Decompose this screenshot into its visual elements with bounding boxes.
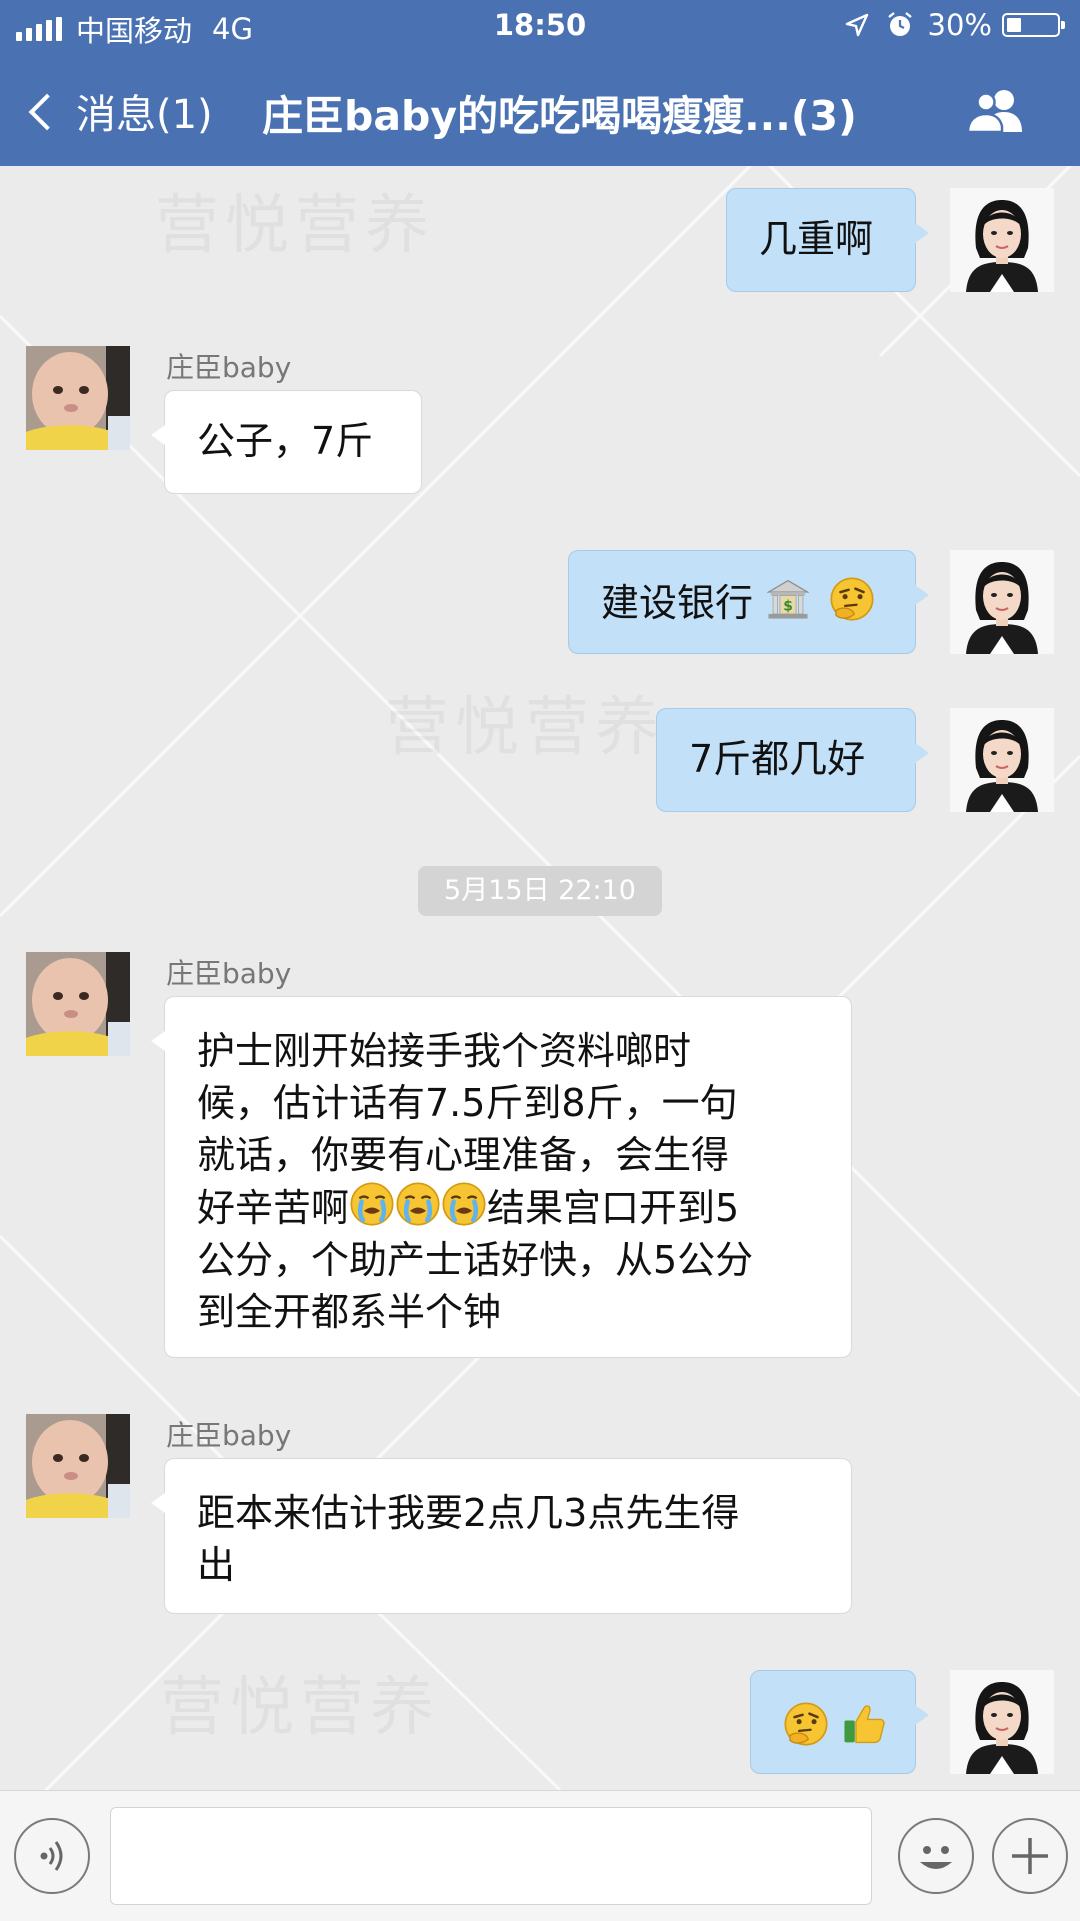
back-button[interactable]: 消息(1) xyxy=(28,82,213,140)
message-bubble-received[interactable]: 距本来估计我要2点几3点先生得 出 xyxy=(151,1458,852,1614)
message-bubble-received[interactable]: 护士刚开始接手我个资料啷时 候，估计话有7.5斤到8斤，一句 就话，你要有心理准… xyxy=(151,996,852,1358)
top-bar: 中国移动 4G 18:50 30% 消息(1) 庄臣baby的吃吃喝喝瘦瘦...… xyxy=(0,0,1080,166)
message-line: 护士刚开始接手我个资料啷时 xyxy=(197,1029,692,1073)
voice-button[interactable] xyxy=(14,1818,90,1894)
message-line: 候，估计话有7.5斤到8斤，一句 xyxy=(197,1081,738,1125)
plus-button[interactable] xyxy=(992,1818,1068,1894)
contact-avatar[interactable] xyxy=(26,346,130,450)
back-label: 消息(1) xyxy=(76,92,213,138)
group-members-icon[interactable] xyxy=(964,86,1030,132)
chat-title: 庄臣baby的吃吃喝喝瘦瘦...(3) xyxy=(262,92,857,140)
message-bubble-sent[interactable]: 建设银行 xyxy=(568,550,929,654)
chat-area[interactable]: 营悦营养 营悦营养 营悦营养 营悦营养 几重啊 庄臣baby 公子，7斤 建设银… xyxy=(0,166,1080,1790)
crying-face-emoji xyxy=(349,1181,395,1227)
message-text: 公子，7斤 xyxy=(197,419,374,463)
message-line: 结果宫口开到5 xyxy=(487,1186,740,1230)
thinking-face-emoji xyxy=(829,576,875,622)
sender-name: 庄臣baby xyxy=(166,351,292,384)
alarm-clock-icon xyxy=(887,12,912,36)
location-arrow-icon xyxy=(845,13,868,37)
message-line: 就话，你要有心理准备，会生得 xyxy=(197,1133,730,1177)
battery-icon xyxy=(1002,13,1065,37)
message-text: 7斤都几好 xyxy=(689,737,866,781)
message-line: 公分，个助产士话好快，从5公分 xyxy=(197,1238,754,1282)
my-avatar[interactable] xyxy=(950,188,1054,292)
input-bar xyxy=(0,1790,1080,1921)
timestamp-divider: 5月15日 22:10 xyxy=(418,866,662,916)
battery-percent: 30% xyxy=(927,8,992,42)
bank-emoji xyxy=(765,576,811,622)
my-avatar[interactable] xyxy=(950,1670,1054,1774)
message-text: 建设银行 xyxy=(601,581,754,625)
status-bar: 中国移动 4G 18:50 30% xyxy=(0,0,1080,52)
plus-icon xyxy=(1012,1838,1048,1874)
message-bubble-received[interactable]: 公子，7斤 xyxy=(151,390,422,494)
emoji-button[interactable] xyxy=(898,1818,974,1894)
thinking-face-emoji xyxy=(783,1701,829,1747)
chevron-left-icon xyxy=(28,93,66,131)
my-avatar[interactable] xyxy=(950,708,1054,812)
thumbs-up-emoji xyxy=(841,1701,887,1747)
battery-level xyxy=(1007,18,1021,32)
crying-face-emoji xyxy=(395,1181,441,1227)
message-line: 好辛苦啊 xyxy=(197,1186,350,1230)
message-line-with-emoji: 好辛苦啊 结果宫口开到5 xyxy=(197,1181,851,1234)
message-line: 出 xyxy=(197,1543,236,1587)
voice-icon xyxy=(40,1841,63,1871)
message-line: 距本来估计我要2点几3点先生得 xyxy=(197,1491,740,1535)
sender-name: 庄臣baby xyxy=(166,1419,292,1452)
message-bubble-sent[interactable] xyxy=(750,1670,929,1774)
message-line: 到全开都系半个钟 xyxy=(197,1290,502,1334)
emoji-face-icon xyxy=(920,1846,952,1869)
message-input[interactable] xyxy=(110,1807,872,1905)
sender-name: 庄臣baby xyxy=(166,957,292,990)
crying-face-emoji xyxy=(441,1181,487,1227)
message-text: 几重啊 xyxy=(759,217,874,261)
contact-avatar[interactable] xyxy=(26,952,130,1056)
message-bubble-sent[interactable]: 7斤都几好 xyxy=(656,708,929,812)
contact-avatar[interactable] xyxy=(26,1414,130,1518)
message-bubble-sent[interactable]: 几重啊 xyxy=(726,188,929,292)
my-avatar[interactable] xyxy=(950,550,1054,654)
